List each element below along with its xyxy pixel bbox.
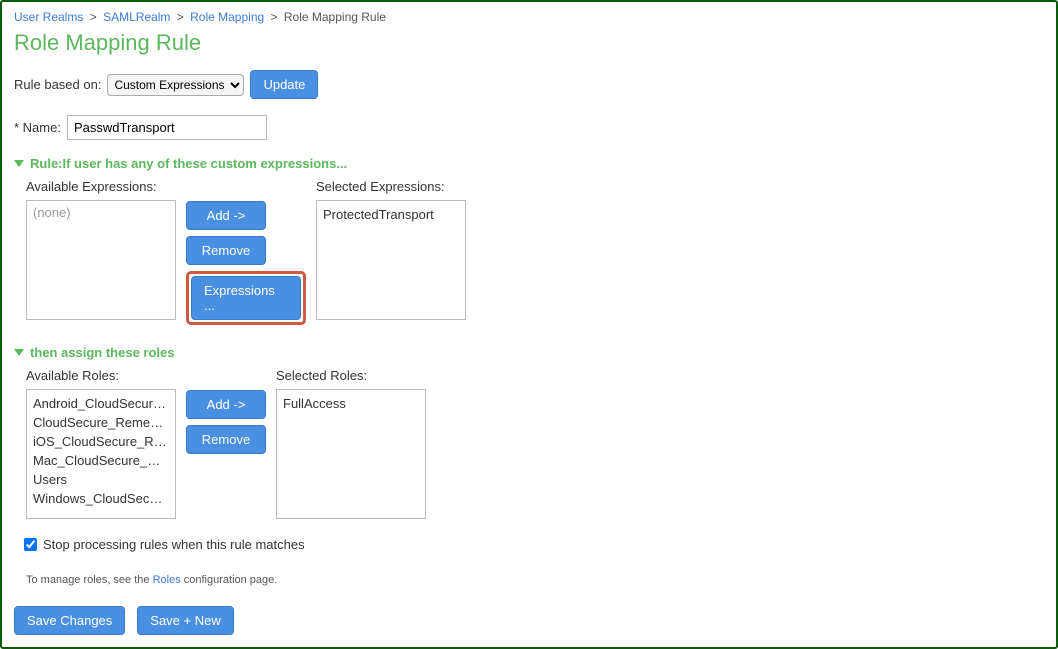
breadcrumb-user-realms[interactable]: User Realms — [14, 10, 83, 24]
breadcrumb-sep: > — [271, 10, 278, 24]
list-item[interactable]: Android_CloudSecure_Role — [33, 394, 169, 413]
selected-expressions-label: Selected Expressions: — [316, 179, 466, 194]
update-button[interactable]: Update — [250, 70, 318, 99]
breadcrumb-sep: > — [90, 10, 97, 24]
selected-roles-listbox[interactable]: FullAccess — [276, 389, 426, 519]
section-rule-title: Rule:If user has any of these custom exp… — [30, 156, 347, 171]
section-roles-header[interactable]: then assign these roles — [14, 345, 1044, 360]
breadcrumb-current: Role Mapping Rule — [284, 10, 386, 24]
add-expression-button[interactable]: Add -> — [186, 201, 266, 230]
section-rule-header[interactable]: Rule:If user has any of these custom exp… — [14, 156, 1044, 171]
chevron-down-icon — [14, 349, 24, 356]
breadcrumb-samlrealm[interactable]: SAMLRealm — [103, 10, 170, 24]
stop-processing-checkbox[interactable] — [24, 538, 37, 551]
available-expressions-label: Available Expressions: — [26, 179, 176, 194]
available-roles-label: Available Roles: — [26, 368, 176, 383]
selected-roles-label: Selected Roles: — [276, 368, 426, 383]
list-item[interactable]: Users — [33, 470, 169, 489]
breadcrumb-role-mapping[interactable]: Role Mapping — [190, 10, 264, 24]
breadcrumb-sep: > — [177, 10, 184, 24]
selected-expressions-listbox[interactable]: ProtectedTransport — [316, 200, 466, 320]
breadcrumb: User Realms > SAMLRealm > Role Mapping >… — [14, 10, 1044, 24]
name-input[interactable] — [67, 115, 267, 140]
list-item[interactable]: Windows_CloudSecure_Role — [33, 489, 169, 508]
available-expressions-placeholder: (none) — [33, 205, 169, 220]
save-changes-button[interactable]: Save Changes — [14, 606, 125, 635]
page-title: Role Mapping Rule — [14, 30, 1044, 56]
list-item[interactable]: CloudSecure_Remed_Role — [33, 413, 169, 432]
roles-link[interactable]: Roles — [153, 574, 181, 586]
expressions-button[interactable]: Expressions ... — [191, 276, 301, 320]
chevron-down-icon — [14, 160, 24, 167]
stop-processing-label: Stop processing rules when this rule mat… — [43, 537, 305, 552]
remove-expression-button[interactable]: Remove — [186, 236, 266, 265]
list-item[interactable]: FullAccess — [283, 394, 419, 413]
list-item[interactable]: ProtectedTransport — [323, 205, 459, 224]
rule-based-on-label: Rule based on: — [14, 77, 101, 92]
save-new-button[interactable]: Save + New — [137, 606, 233, 635]
expressions-button-highlight: Expressions ... — [186, 271, 306, 325]
name-label: * Name: — [14, 120, 61, 135]
available-roles-listbox[interactable]: Android_CloudSecure_Role CloudSecure_Rem… — [26, 389, 176, 519]
section-roles-title: then assign these roles — [30, 345, 175, 360]
rule-based-on-select[interactable]: Custom Expressions — [107, 74, 244, 96]
remove-role-button[interactable]: Remove — [186, 425, 266, 454]
manage-roles-note: To manage roles, see the Roles configura… — [26, 574, 1044, 586]
add-role-button[interactable]: Add -> — [186, 390, 266, 419]
list-item[interactable]: Mac_CloudSecure_Role — [33, 451, 169, 470]
available-expressions-listbox[interactable]: (none) — [26, 200, 176, 320]
list-item[interactable]: iOS_CloudSecure_Role — [33, 432, 169, 451]
